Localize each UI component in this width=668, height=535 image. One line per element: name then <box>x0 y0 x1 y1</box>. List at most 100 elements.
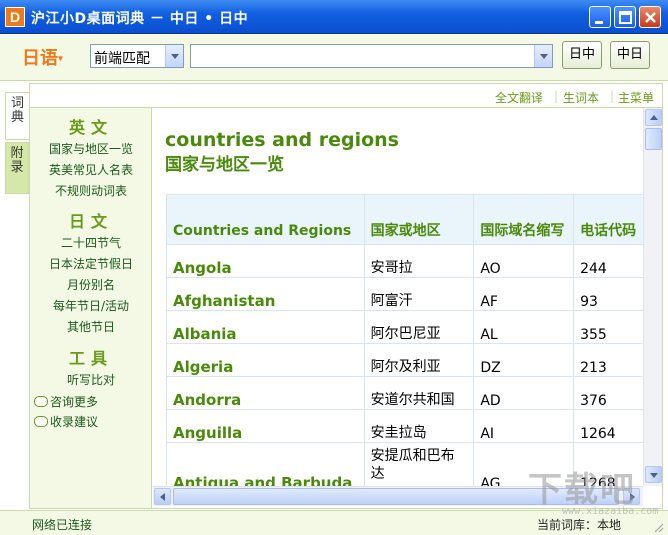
main-panel: 全文翻译 | 生词本 | 主菜单 英文 国家与地区一览 英美常见人名表 不规则动… <box>29 83 663 509</box>
nav-heading-japanese: 日文 <box>68 212 113 231</box>
link-vocabulary-book[interactable]: 生词本 <box>563 89 599 106</box>
scroll-right-button[interactable] <box>623 488 640 505</box>
cell-phone: 213 <box>573 343 643 377</box>
cell-country-en: Antigua and Barbuda <box>166 442 365 486</box>
cell-country-cn: 安道尔共和国 <box>363 376 475 410</box>
cell-phone: 1268 <box>573 442 643 486</box>
cell-country-cn: 安圭拉岛 <box>363 409 475 443</box>
table-row: Albania 阿尔巴尼亚 AL 355 <box>166 310 643 344</box>
table-row: Angola 安哥拉 AO 244 <box>166 244 643 278</box>
search-history-dropdown-button[interactable] <box>534 45 552 67</box>
nav-heading-tools: 工具 <box>68 349 113 368</box>
table-row: Antigua and Barbuda 安提瓜和巴布达 AG 1268 <box>166 442 643 486</box>
current-dictionary-status: 当前词库：本地 <box>537 518 622 532</box>
nav-item-japan-holidays[interactable]: 日本法定节假日 <box>30 255 152 272</box>
link-main-menu[interactable]: 主菜单 <box>618 89 654 106</box>
search-input[interactable] <box>190 44 553 68</box>
minimize-icon <box>595 21 603 24</box>
match-mode-dropdown-button[interactable] <box>165 45 183 67</box>
column-header-phone: 电话代码 <box>573 194 643 245</box>
countries-table: Countries and Regions 国家或地区 国际域名缩写 电话代码 … <box>166 194 643 486</box>
cell-domain: AL <box>473 310 575 344</box>
chevron-down-icon: ▾ <box>58 53 64 65</box>
nav-item-suggest-entry-label: 收录建议 <box>50 415 99 429</box>
table-header-row: Countries and Regions 国家或地区 国际域名缩写 电话代码 <box>166 194 643 245</box>
page-title-cn: 国家与地区一览 <box>165 155 284 175</box>
cell-domain: AI <box>473 409 575 443</box>
close-button[interactable] <box>639 6 661 28</box>
nav-item-month-names[interactable]: 月份别名 <box>30 276 152 293</box>
language-selector[interactable]: 日语▾ <box>22 44 63 70</box>
link-separator: | <box>554 89 559 103</box>
chevron-down-icon <box>650 473 658 478</box>
horizontal-scrollbar[interactable] <box>153 486 643 506</box>
cell-country-cn: 安提瓜和巴布达 <box>363 442 475 486</box>
page-title-en: countries and regions <box>165 129 399 151</box>
nav-item-countries[interactable]: 国家与地区一览 <box>30 140 152 157</box>
nav-heading-english: 英文 <box>68 118 113 137</box>
nav-item-english-names[interactable]: 英美常见人名表 <box>30 161 152 178</box>
cell-country-en: Angola <box>166 244 365 278</box>
chevron-right-icon <box>630 493 635 501</box>
chevron-up-icon <box>650 115 658 120</box>
chat-bubble-icon <box>34 396 48 407</box>
vertical-scrollbar[interactable] <box>643 108 662 486</box>
tab-appendix-label: 附录 <box>10 146 24 175</box>
cell-phone: 244 <box>573 244 643 278</box>
table-row: Anguilla 安圭拉岛 AI 1264 <box>166 409 643 443</box>
nav-item-other-holidays[interactable]: 其他节日 <box>30 318 152 335</box>
horizontal-scroll-thumb[interactable] <box>173 488 619 505</box>
column-header-country-en: Countries and Regions <box>166 194 365 245</box>
cell-country-cn: 阿尔及利亚 <box>363 343 475 377</box>
cell-phone: 376 <box>573 376 643 410</box>
cn-to-jp-button[interactable]: 中日 <box>610 41 650 69</box>
cell-country-en: Algeria <box>166 343 365 377</box>
table-row: Afghanistan 阿富汗 AF 93 <box>166 277 643 311</box>
top-links-bar: 全文翻译 | 生词本 | 主菜单 <box>30 84 662 108</box>
tab-dictionary[interactable]: 词典 <box>5 92 29 140</box>
nav-item-annual-events[interactable]: 每年节日/活动 <box>30 297 152 314</box>
tab-dictionary-label: 词典 <box>10 96 24 125</box>
nav-item-suggest-entry[interactable]: 收录建议 <box>34 413 98 430</box>
table-row: Algeria 阿尔及利亚 DZ 213 <box>166 343 643 377</box>
cell-country-en: Anguilla <box>166 409 365 443</box>
language-label: 日语 <box>22 48 58 69</box>
chevron-left-icon <box>160 493 165 501</box>
close-icon <box>645 12 656 23</box>
match-mode-value: 前端匹配 <box>94 51 150 67</box>
nav-item-irregular-verbs[interactable]: 不规则动词表 <box>30 182 152 199</box>
cell-domain: AD <box>473 376 575 410</box>
cell-country-en: Afghanistan <box>166 277 365 311</box>
column-header-country-cn: 国家或地区 <box>363 194 475 245</box>
match-mode-select[interactable]: 前端匹配 <box>90 44 184 68</box>
cell-country-cn: 阿富汗 <box>363 277 475 311</box>
scroll-left-button[interactable] <box>154 488 171 505</box>
scroll-up-button[interactable] <box>645 109 662 126</box>
cell-domain: DZ <box>473 343 575 377</box>
cell-phone: 93 <box>573 277 643 311</box>
tab-appendix[interactable]: 附录 <box>5 142 29 194</box>
window-title: 沪江小D桌面词典 － 中日 • 日中 <box>31 11 249 27</box>
cell-domain: AG <box>473 442 575 486</box>
side-tabs: 词典 附录 <box>5 86 29 506</box>
nav-item-consult-more[interactable]: 咨询更多 <box>34 393 98 410</box>
cell-country-cn: 阿尔巴尼亚 <box>363 310 475 344</box>
nav-item-solar-terms[interactable]: 二十四节气 <box>30 234 152 251</box>
cell-phone: 1264 <box>573 409 643 443</box>
cell-phone: 355 <box>573 310 643 344</box>
minimize-button[interactable] <box>589 6 611 28</box>
jp-to-cn-button[interactable]: 日中 <box>562 41 602 69</box>
cell-country-en: Andorra <box>166 376 365 410</box>
chat-bubble-icon <box>34 416 48 427</box>
resize-grip-icon[interactable] <box>652 521 664 533</box>
cell-country-cn: 安哥拉 <box>363 244 475 278</box>
table-row: Andorra 安道尔共和国 AD 376 <box>166 376 643 410</box>
maximize-button[interactable] <box>614 6 636 28</box>
nav-item-dictation[interactable]: 听写比对 <box>30 371 152 388</box>
link-separator: | <box>610 89 615 103</box>
app-logo-icon: D <box>5 7 25 27</box>
link-full-translation[interactable]: 全文翻译 <box>495 89 543 106</box>
vertical-scroll-thumb[interactable] <box>645 128 662 150</box>
cell-country-en: Albania <box>166 310 365 344</box>
scroll-down-button[interactable] <box>645 466 662 483</box>
